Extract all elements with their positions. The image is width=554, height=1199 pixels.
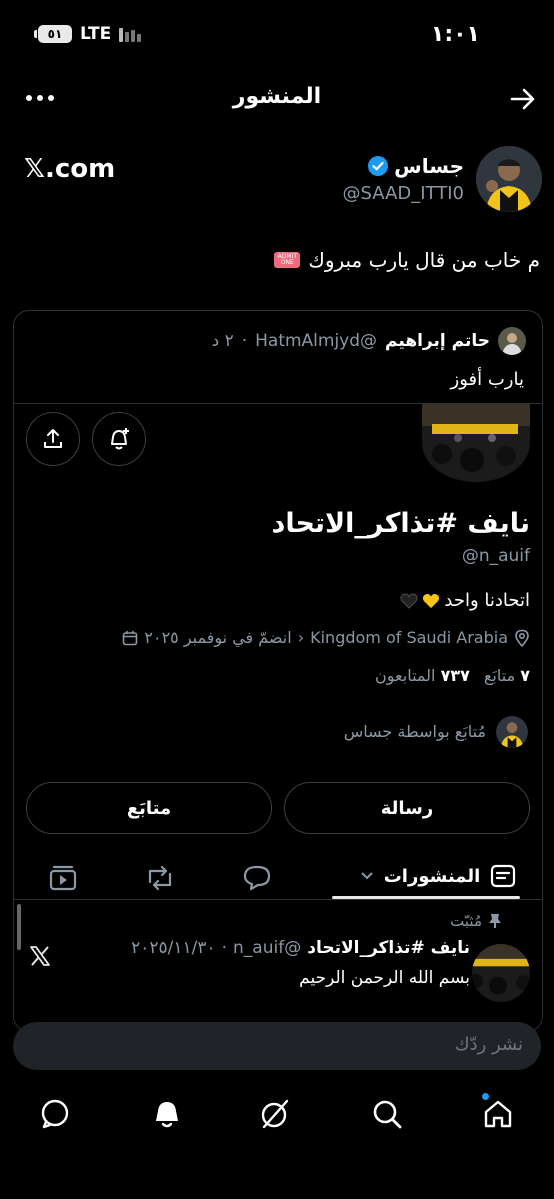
search-icon[interactable]	[370, 1097, 404, 1131]
profile-screenshot: نايف #تذاكر_الاتحاد @n_auif اتحادنا واحد…	[14, 403, 542, 1031]
reposts-tab-icon	[144, 864, 176, 892]
quote-header: حاتم إبراهيم @HatmAlmjyd · ٢ د	[212, 327, 526, 355]
profile-info: Kingdom of Saudi Arabia ‹ انضمّ في نوفمب…	[122, 628, 530, 647]
profile-location: Kingdom of Saudi Arabia	[310, 628, 508, 647]
author-avatar[interactable]	[476, 146, 542, 212]
chevron-down-icon	[361, 872, 373, 880]
yellow-heart-icon	[423, 593, 440, 608]
profile-bio: اتحادنا واحد	[400, 590, 530, 611]
x-logo-icon	[28, 944, 52, 968]
notifications-icon[interactable]	[150, 1097, 184, 1131]
ticket-emoji-icon: ADMIT ONE	[274, 252, 301, 268]
following-button: متابَع	[26, 782, 272, 834]
scrollbar	[17, 904, 21, 950]
location-icon	[515, 629, 529, 647]
quote-separator: ·	[241, 331, 248, 351]
quote-avatar[interactable]	[498, 327, 526, 355]
pinned-label: مُثبّت	[450, 912, 502, 930]
pinned-post-text: بسم الله الرحمن الرحيم	[299, 968, 470, 988]
reply-input[interactable]: نشر ردّك	[13, 1022, 541, 1070]
chevron-left-icon: ‹	[297, 628, 305, 647]
followers-count: ٧٣٧	[440, 666, 470, 685]
status-left: ٥١ LTE	[34, 24, 142, 44]
profile-handle: @n_auif	[461, 546, 530, 566]
author-handle[interactable]: @SAAD_ITTI0	[343, 183, 465, 204]
messages-icon[interactable]	[38, 1097, 72, 1131]
verified-badge-icon	[368, 156, 389, 176]
replies-tab-icon	[242, 864, 272, 892]
black-heart-icon	[400, 593, 418, 609]
posts-tab-icon	[491, 864, 516, 888]
followed-by-avatar	[496, 716, 528, 748]
profile-banner	[422, 404, 530, 482]
reply-placeholder: نشر ردّك	[454, 1034, 523, 1055]
home-icon[interactable]	[481, 1097, 515, 1131]
quoted-post[interactable]: حاتم إبراهيم @HatmAlmjyd · ٢ د يارب أفوز	[13, 310, 543, 1032]
tab-posts: المنشورات	[344, 852, 532, 900]
quote-author-handle[interactable]: @HatmAlmjyd	[255, 331, 377, 351]
arrow-right-icon[interactable]	[508, 84, 538, 114]
notifications-add-icon[interactable]	[92, 412, 146, 466]
battery-icon: ٥١	[34, 25, 72, 43]
home-notification-dot	[482, 1093, 489, 1100]
post-body: م خاب من قال يارب مبروك	[308, 248, 540, 272]
pin-icon	[489, 914, 501, 928]
profile-joined: انضمّ في نوفمبر ٢٠٢٥	[144, 628, 292, 647]
pinned-post-header: نايف #تذاكر_الاتحاد @n_auif · ٢٠٢٥/١١/٣٠	[131, 938, 470, 958]
share-icon[interactable]	[26, 412, 80, 466]
followed-by-text: مُتابَع بواسطة جساس	[343, 722, 486, 741]
signal-icon	[119, 26, 142, 42]
quote-time: ٢ د	[211, 331, 234, 351]
post-text: م خاب من قال يارب مبروك ADMIT ONE	[274, 248, 540, 272]
quote-author-name[interactable]: حاتم إبراهيم	[385, 331, 490, 351]
quote-text: يارب أفوز	[450, 369, 524, 390]
calendar-icon	[123, 630, 138, 645]
x-watermark: 𝕏.com	[24, 154, 116, 184]
media-tab-icon	[48, 864, 78, 892]
pinned-post-avatar	[472, 944, 530, 1002]
status-time: ١:٠١	[430, 22, 480, 47]
page-title: المنشور	[232, 84, 322, 109]
author-name-line[interactable]: جساس	[368, 154, 464, 178]
profile-stats: ٧ متابَع ٧٣٧ المتابعون	[375, 666, 530, 685]
tabs-divider	[14, 899, 542, 900]
message-button: رسالة	[284, 782, 530, 834]
profile-name: نايف #تذاكر_الاتحاد	[271, 508, 530, 539]
author-name[interactable]: جساس	[394, 154, 464, 178]
network-label: LTE	[80, 24, 112, 44]
grok-icon[interactable]	[258, 1097, 292, 1131]
following-count: ٧	[520, 666, 530, 685]
